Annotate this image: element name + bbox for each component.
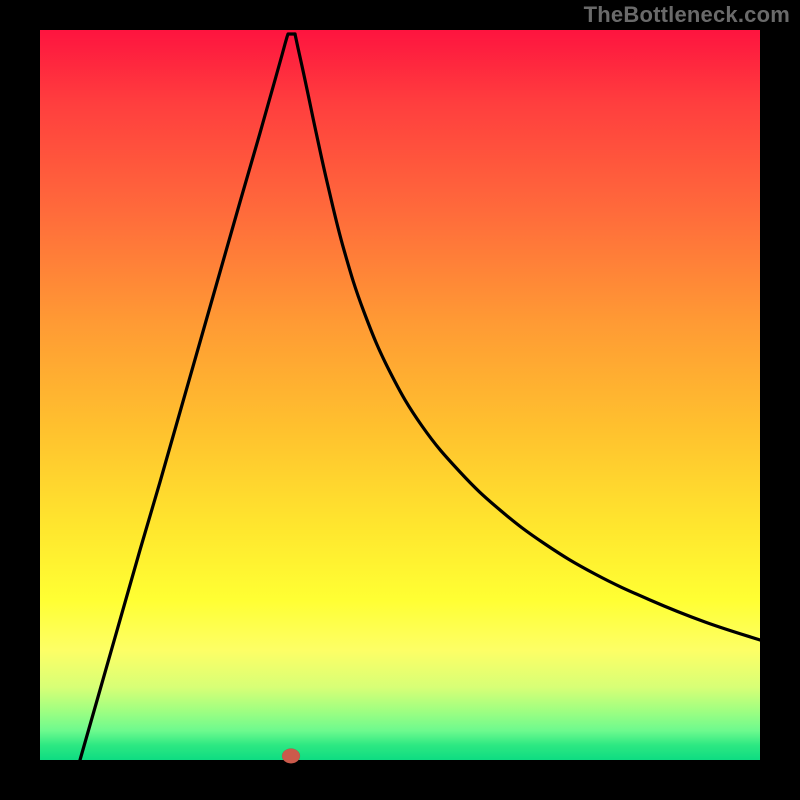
curve-left-branch bbox=[80, 34, 295, 760]
optimal-point-marker bbox=[282, 749, 300, 764]
watermark: TheBottleneck.com bbox=[584, 2, 790, 28]
chart-frame: TheBottleneck.com bbox=[0, 0, 800, 800]
plot-area bbox=[40, 30, 760, 760]
curve-right-branch bbox=[295, 34, 760, 640]
curve-layer bbox=[40, 30, 760, 760]
